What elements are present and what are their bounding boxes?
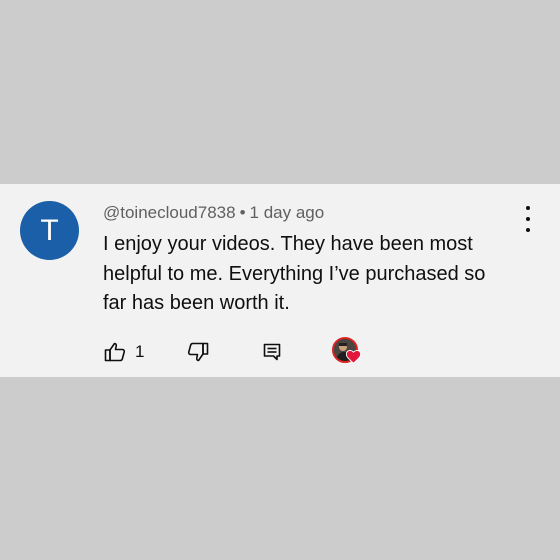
avatar[interactable]: T xyxy=(20,201,79,260)
comment-meta: @toinecloud7838 • 1 day ago xyxy=(103,203,324,223)
username-link[interactable]: @toinecloud7838 xyxy=(103,203,236,222)
comment-timestamp[interactable]: 1 day ago xyxy=(250,203,325,222)
more-vertical-icon xyxy=(526,206,530,210)
reply-comment-icon xyxy=(263,343,281,361)
meta-separator: • xyxy=(239,203,246,222)
like-count: 1 xyxy=(135,342,145,361)
creator-heart-badge xyxy=(330,336,362,366)
comment-card: T @toinecloud7838 • 1 day ago I enjoy your… xyxy=(0,184,560,377)
reply-button[interactable] xyxy=(262,339,282,365)
thumbs-up-icon xyxy=(104,342,126,362)
more-options-button[interactable] xyxy=(518,206,538,232)
screen-background: T @toinecloud7838 • 1 day ago I enjoy your… xyxy=(0,0,560,560)
thumbs-down-icon xyxy=(187,342,209,362)
dislike-button[interactable] xyxy=(186,339,210,365)
more-vertical-icon-dot xyxy=(526,217,530,221)
comment-actions: 1 xyxy=(0,336,560,366)
like-button[interactable]: 1 xyxy=(103,339,144,365)
comment-text: I enjoy your videos. They have been most… xyxy=(103,233,486,314)
creator-heart-icon xyxy=(346,350,361,364)
